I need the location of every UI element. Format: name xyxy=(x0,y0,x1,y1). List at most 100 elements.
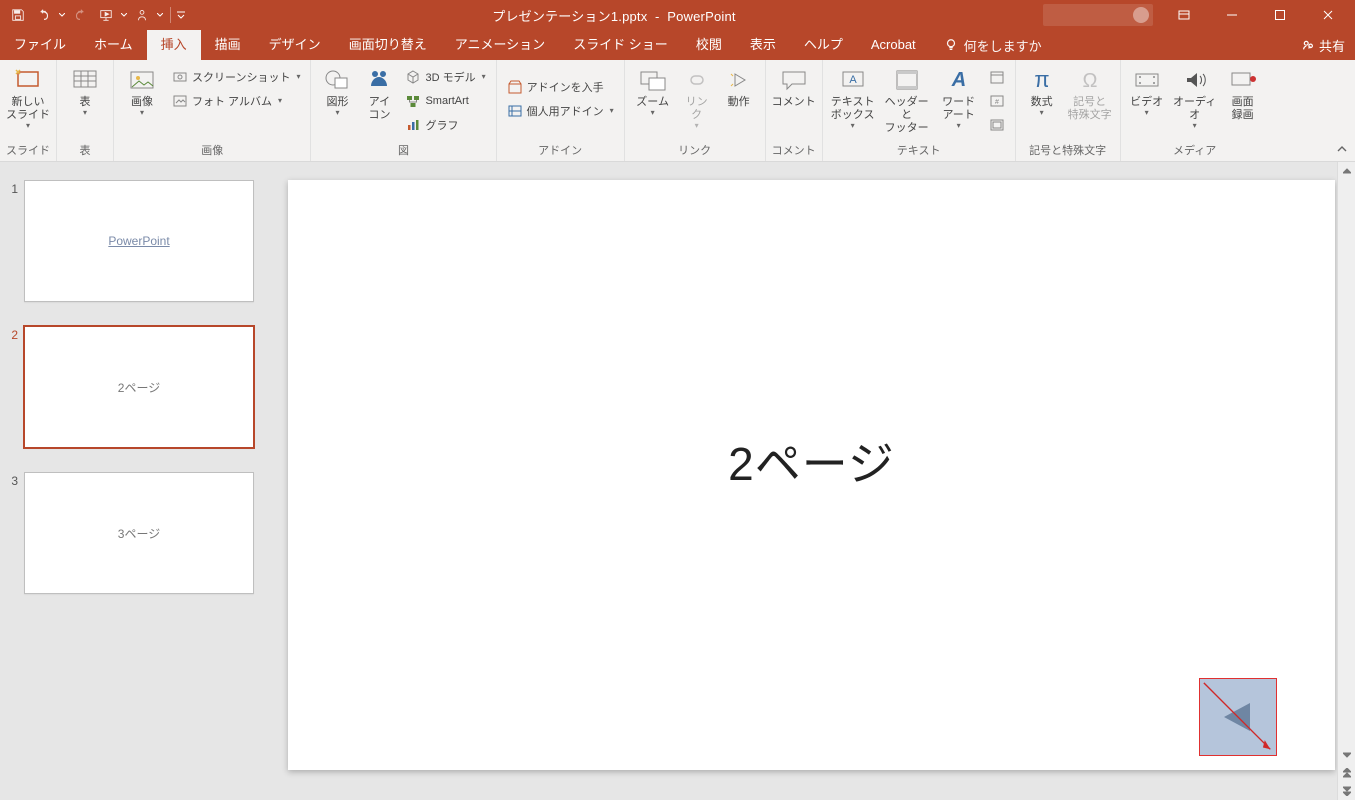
lightbulb-icon xyxy=(944,38,958,52)
group-comments: コメント コメント xyxy=(766,60,823,161)
tab-home[interactable]: ホーム xyxy=(80,30,147,60)
header-footer-icon xyxy=(891,66,923,94)
svg-text:A: A xyxy=(950,69,965,91)
slide-thumbnail-1[interactable]: PowerPoint xyxy=(24,180,254,302)
audio-button[interactable]: オーディオ ▾ xyxy=(1171,64,1219,130)
scroll-down-icon[interactable] xyxy=(1338,746,1355,764)
touch-mode-icon[interactable] xyxy=(130,3,154,27)
header-footer-button[interactable]: ヘッダーと フッター xyxy=(881,64,933,135)
screenshot-button[interactable]: スクリーンショット▾ xyxy=(168,66,304,88)
touch-dropdown[interactable] xyxy=(156,3,164,27)
textbox-button[interactable]: A テキスト ボックス ▾ xyxy=(829,64,877,130)
object-icon xyxy=(989,117,1005,133)
icons-button[interactable]: アイ コン xyxy=(361,64,397,122)
quick-access-toolbar xyxy=(0,3,185,27)
minimize-button[interactable] xyxy=(1209,0,1255,30)
smartart-button[interactable]: SmartArt xyxy=(401,90,489,112)
group-label-addins: アドイン xyxy=(497,140,624,161)
comment-button[interactable]: コメント xyxy=(772,64,816,109)
tab-review[interactable]: 校閲 xyxy=(682,30,736,60)
tab-slideshow[interactable]: スライド ショー xyxy=(559,30,682,60)
table-button[interactable]: 表 ▾ xyxy=(63,64,107,117)
store-icon xyxy=(507,79,523,95)
tab-animations[interactable]: アニメーション xyxy=(441,30,559,60)
symbol-icon: Ω xyxy=(1074,66,1106,94)
thumb-number: 3 xyxy=(8,472,24,594)
new-slide-icon xyxy=(12,66,44,94)
screen-recording-icon xyxy=(1227,66,1259,94)
tab-acrobat[interactable]: Acrobat xyxy=(857,30,930,60)
group-text: A テキスト ボックス ▾ ヘッダーと フッター A ワード アート ▾ # テ… xyxy=(823,60,1016,161)
number-icon: # xyxy=(989,93,1005,109)
date-time-button[interactable] xyxy=(985,66,1009,88)
wordart-button[interactable]: A ワード アート ▾ xyxy=(937,64,981,130)
photo-album-button[interactable]: フォト アルバム▾ xyxy=(168,90,304,112)
next-slide-icon[interactable] xyxy=(1338,782,1355,800)
share-button[interactable]: 共有 xyxy=(1301,30,1345,60)
ribbon-tabs: ファイル ホーム 挿入 描画 デザイン 画面切り替え アニメーション スライド … xyxy=(0,30,1355,60)
3d-models-button[interactable]: 3D モデル▾ xyxy=(401,66,489,88)
slide-thumbnail-3[interactable]: 3ページ xyxy=(24,472,254,594)
undo-icon[interactable] xyxy=(32,3,56,27)
equation-button[interactable]: π 数式 ▾ xyxy=(1022,64,1062,117)
tab-help[interactable]: ヘルプ xyxy=(790,30,857,60)
slide-canvas[interactable]: 2ページ xyxy=(288,180,1335,770)
thumb-number: 2 xyxy=(8,326,24,448)
get-addins-button[interactable]: アドインを入手 xyxy=(503,76,618,98)
qat-customize-dropdown[interactable] xyxy=(177,3,185,27)
group-slides: 新しい スライド ▾ スライド xyxy=(0,60,57,161)
collapse-ribbon-icon[interactable] xyxy=(1335,143,1349,157)
maximize-button[interactable] xyxy=(1257,0,1303,30)
zoom-button[interactable]: ズーム ▾ xyxy=(631,64,675,117)
tab-insert[interactable]: 挿入 xyxy=(147,30,201,60)
cube-icon xyxy=(405,69,421,85)
screen-recording-button[interactable]: 画面 録画 xyxy=(1223,64,1263,122)
group-illustrations: 図形 ▾ アイ コン 3D モデル▾ SmartArt グラフ xyxy=(311,60,496,161)
tab-draw[interactable]: 描画 xyxy=(201,30,255,60)
chart-button[interactable]: グラフ xyxy=(401,114,489,136)
tab-file[interactable]: ファイル xyxy=(0,30,80,60)
group-symbols: π 数式 ▾ Ω 記号と 特殊文字 記号と特殊文字 xyxy=(1016,60,1121,161)
scroll-up-icon[interactable] xyxy=(1338,162,1355,180)
share-label: 共有 xyxy=(1319,36,1345,55)
tell-me-search[interactable]: 何をしますか xyxy=(944,30,1042,60)
screenshot-icon xyxy=(172,69,188,85)
prev-slide-icon[interactable] xyxy=(1338,764,1355,782)
tab-view[interactable]: 表示 xyxy=(736,30,790,60)
title-bar: プレゼンテーション1.pptx - PowerPoint xyxy=(0,0,1355,30)
comment-icon xyxy=(778,66,810,94)
new-slide-button[interactable]: 新しい スライド ▾ xyxy=(6,64,50,130)
close-button[interactable] xyxy=(1305,0,1351,30)
group-addins: アドインを入手 個人用アドイン▾ アドイン xyxy=(497,60,625,161)
shapes-button[interactable]: 図形 ▾ xyxy=(317,64,357,117)
slideshow-from-start-icon[interactable] xyxy=(94,3,118,27)
avatar-icon xyxy=(1133,7,1149,23)
video-icon xyxy=(1131,66,1163,94)
slide-thumbnail-2[interactable]: 2ページ xyxy=(24,326,254,448)
pictures-button[interactable]: 画像 ▾ xyxy=(120,64,164,117)
ribbon-display-options-icon[interactable] xyxy=(1161,0,1207,30)
action-button-shape[interactable] xyxy=(1199,678,1277,756)
wordart-icon: A xyxy=(943,66,975,94)
tab-transitions[interactable]: 画面切り替え xyxy=(335,30,441,60)
account-area[interactable] xyxy=(1043,4,1153,26)
equation-icon: π xyxy=(1026,66,1058,94)
tab-design[interactable]: デザイン xyxy=(255,30,335,60)
vertical-scrollbar[interactable] xyxy=(1337,162,1355,800)
svg-text:#: # xyxy=(995,99,999,106)
slide-number-button[interactable]: # xyxy=(985,90,1009,112)
undo-dropdown[interactable] xyxy=(58,3,66,27)
slideshow-dropdown[interactable] xyxy=(120,3,128,27)
thumb-content: 3ページ xyxy=(118,525,160,542)
group-label-tables: 表 xyxy=(57,140,113,161)
svg-text:Ω: Ω xyxy=(1082,70,1097,92)
action-button[interactable]: 動作 xyxy=(719,64,759,109)
save-icon[interactable] xyxy=(6,3,30,27)
video-button[interactable]: ビデオ ▾ xyxy=(1127,64,1167,117)
svg-text:A: A xyxy=(849,74,857,86)
audio-icon xyxy=(1179,66,1211,94)
object-button[interactable] xyxy=(985,114,1009,136)
slide-thumbnails-pane[interactable]: 1 PowerPoint 2 2ページ 3 3ページ xyxy=(0,162,264,800)
group-label-symbols: 記号と特殊文字 xyxy=(1016,140,1120,161)
my-addins-button[interactable]: 個人用アドイン▾ xyxy=(503,100,618,122)
